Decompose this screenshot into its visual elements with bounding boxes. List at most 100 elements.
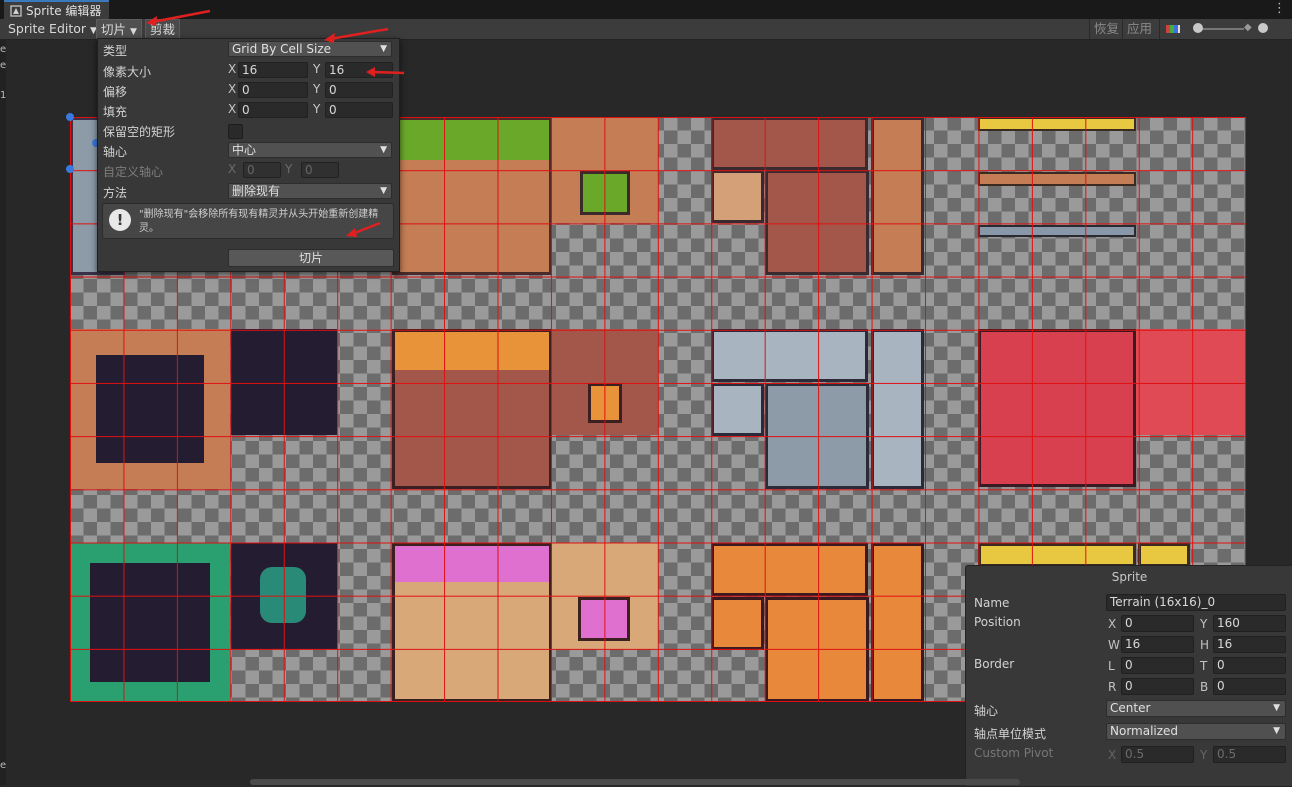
pixel-size-y-label: Y bbox=[313, 62, 321, 76]
border-l-field[interactable]: 0 bbox=[1121, 657, 1194, 674]
border-t-field[interactable]: 0 bbox=[1213, 657, 1286, 674]
custom-pivot-x-label: X bbox=[228, 162, 237, 176]
selection-handle[interactable] bbox=[66, 165, 74, 173]
pos-y-label: Y bbox=[1200, 617, 1208, 631]
tile-orange-block-3 bbox=[765, 597, 869, 702]
padding-x-label: X bbox=[228, 102, 237, 116]
custom-pivot-y-label: Y bbox=[1200, 748, 1208, 762]
custom-pivot-label: 自定义轴心 bbox=[103, 165, 164, 179]
sprite-pivot-value: Center bbox=[1110, 701, 1151, 715]
edge-text: e bbox=[0, 60, 7, 71]
tile-gold-block-2 bbox=[1138, 543, 1190, 567]
editor-mode-label: Sprite Editor bbox=[8, 21, 87, 36]
sprite-pivot-dropdown[interactable]: Center ▼ bbox=[1106, 700, 1286, 717]
name-label: Name bbox=[974, 596, 1010, 610]
warning-icon: ! bbox=[109, 209, 131, 231]
zoom-slider-handle[interactable] bbox=[1193, 23, 1203, 33]
pixel-size-x-label: X bbox=[228, 62, 237, 76]
pivot-unit-value: Normalized bbox=[1110, 724, 1179, 738]
border-r-label: R bbox=[1108, 680, 1117, 694]
pivot-unit-label: 轴点单位模式 bbox=[974, 727, 1047, 741]
tile-gold-bar bbox=[978, 117, 1136, 131]
slice-settings-panel: 类型 Grid By Cell Size ▼ 像素大小 X 16 Y 16 偏移 … bbox=[97, 38, 400, 272]
custom-pivot-x-label: X bbox=[1108, 748, 1117, 762]
sprite-panel-title: Sprite bbox=[1111, 570, 1148, 584]
slice-type-dropdown[interactable]: Grid By Cell Size ▼ bbox=[228, 41, 392, 57]
keep-empty-label: 保留空的矩形 bbox=[103, 125, 176, 139]
horizontal-scrollbar[interactable] bbox=[250, 779, 1020, 785]
help-text: "删除现有"会移除所有现有精灵并从头开始重新创建精灵。 bbox=[139, 209, 379, 234]
window-title: Sprite 编辑器 bbox=[26, 4, 102, 18]
slice-button[interactable]: 切片 bbox=[228, 249, 394, 267]
tile-orange-block-1 bbox=[711, 543, 868, 596]
tile-pink-bush bbox=[578, 597, 630, 641]
slice-menu-button[interactable]: 切片 ▼ bbox=[96, 19, 142, 39]
help-box: ! "删除现有"会移除所有现有精灵并从头开始重新创建精灵。 bbox=[102, 203, 394, 239]
border-b-field[interactable]: 0 bbox=[1213, 678, 1286, 695]
dropdown-arrow-icon: ▼ bbox=[380, 44, 387, 54]
tile-gold-block-1 bbox=[978, 543, 1136, 567]
height-label: H bbox=[1200, 638, 1210, 652]
revert-button[interactable]: 恢复 bbox=[1089, 19, 1123, 39]
padding-y-field[interactable]: 0 bbox=[325, 102, 393, 118]
pos-x-label: X bbox=[1108, 617, 1117, 631]
apply-button[interactable]: 应用 bbox=[1122, 19, 1156, 39]
height-field[interactable]: 16 bbox=[1213, 636, 1286, 653]
pos-x-field[interactable]: 0 bbox=[1121, 615, 1194, 632]
tile-pyramid-4 bbox=[871, 117, 924, 275]
padding-x-field[interactable]: 0 bbox=[238, 102, 308, 118]
tile-orange-bush bbox=[588, 383, 622, 423]
offset-x-label: X bbox=[228, 82, 237, 96]
tile-dark-swirl bbox=[231, 329, 337, 435]
offset-y-field[interactable]: 0 bbox=[325, 82, 393, 98]
tile-metal-4 bbox=[871, 329, 924, 489]
color-channel-toggle[interactable] bbox=[1159, 19, 1185, 39]
offset-y-label: Y bbox=[313, 82, 321, 96]
pixel-size-x-field[interactable]: 16 bbox=[238, 62, 308, 78]
tile-green-frame bbox=[70, 543, 230, 702]
edge-text: 1 bbox=[0, 90, 7, 101]
sprite-inspector-panel: Sprite Name Terrain (16x16)_0 Position X… bbox=[965, 565, 1292, 787]
custom-pivot-x-field: 0.5 bbox=[1121, 746, 1194, 763]
tile-red-brick-2 bbox=[1136, 329, 1246, 435]
edge-text: e bbox=[0, 760, 7, 771]
tile-orange-block-2 bbox=[711, 597, 764, 650]
pos-y-field[interactable]: 160 bbox=[1213, 615, 1286, 632]
pixel-size-y-field[interactable]: 16 bbox=[325, 62, 393, 78]
border-r-field[interactable]: 0 bbox=[1121, 678, 1194, 695]
tile-green-ring-inner bbox=[260, 567, 306, 623]
tile-orange-top bbox=[395, 332, 549, 370]
pivot-dropdown[interactable]: 中心 ▼ bbox=[228, 142, 392, 158]
custom-pivot-y-field: 0.5 bbox=[1213, 746, 1286, 763]
more-options-icon[interactable]: ⋮ bbox=[1273, 0, 1286, 18]
width-field[interactable]: 16 bbox=[1121, 636, 1194, 653]
border-l-label: L bbox=[1108, 659, 1115, 673]
method-dropdown[interactable]: 删除现有 ▼ bbox=[228, 183, 392, 199]
mip-slider-handle[interactable] bbox=[1258, 23, 1268, 33]
tile-grass-bush bbox=[580, 171, 630, 215]
dropdown-arrow-icon: ▼ bbox=[1273, 703, 1280, 713]
editor-mode-dropdown[interactable]: Sprite Editor ▼ bbox=[4, 19, 101, 39]
offset-x-field[interactable]: 0 bbox=[238, 82, 308, 98]
zoom-slider-track[interactable] bbox=[1198, 28, 1244, 30]
window-tab[interactable]: Sprite 编辑器 bbox=[4, 0, 110, 19]
sprite-name-field[interactable]: Terrain (16x16)_0 bbox=[1106, 594, 1286, 611]
tile-pyramid-2 bbox=[711, 170, 764, 223]
selection-handle[interactable] bbox=[66, 113, 74, 121]
tile-metal-1 bbox=[711, 329, 868, 382]
pivot-value: 中心 bbox=[232, 143, 257, 157]
trim-button[interactable]: 剪裁 bbox=[145, 19, 181, 39]
edge-text: e bbox=[0, 44, 7, 55]
tile-pink-top bbox=[395, 546, 549, 582]
slice-label: 切片 bbox=[101, 22, 127, 37]
tile-chain-bar bbox=[978, 225, 1136, 237]
sprite-editor-icon bbox=[10, 4, 22, 17]
border-label: Border bbox=[974, 657, 1015, 671]
tile-metal-3 bbox=[765, 383, 869, 489]
keep-empty-checkbox[interactable] bbox=[228, 124, 243, 139]
custom-pivot-x-field: 0 bbox=[243, 162, 281, 178]
tile-pyramid-1 bbox=[711, 117, 868, 170]
border-b-label: B bbox=[1200, 680, 1209, 694]
pivot-label: 轴心 bbox=[974, 704, 999, 718]
pivot-unit-dropdown[interactable]: Normalized ▼ bbox=[1106, 723, 1286, 740]
